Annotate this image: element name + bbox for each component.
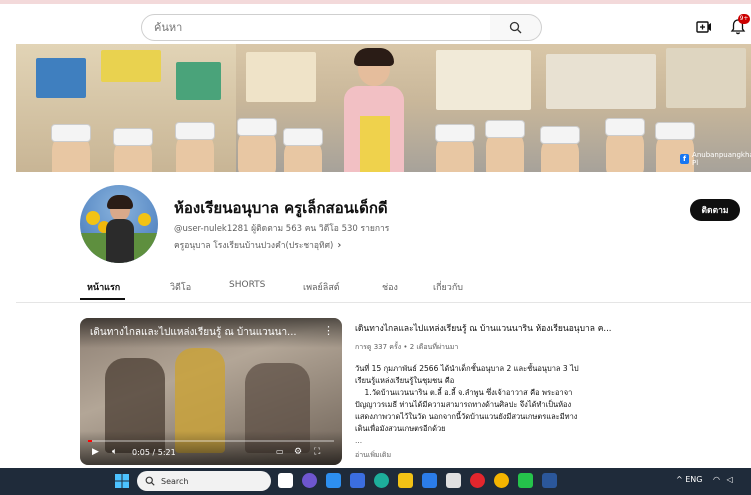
file-explorer-icon[interactable]	[398, 473, 413, 488]
description-line: วันที่ 15 กุมภาพันธ์ 2566 ได้นำเด็กชั้นอ…	[355, 364, 579, 373]
search-button[interactable]	[490, 14, 542, 41]
search-box[interactable]	[141, 14, 491, 41]
banner-child-hat	[113, 128, 153, 146]
speaker-icon[interactable]: ◁	[727, 475, 733, 484]
video-bottom-shade	[80, 431, 342, 465]
channel-avatar[interactable]	[80, 185, 158, 263]
banner-poster	[666, 48, 746, 108]
top-accent-line	[0, 0, 751, 4]
tab-community[interactable]: ช่อง	[382, 280, 398, 294]
tabs-divider	[16, 302, 751, 303]
create-video-icon[interactable]	[696, 20, 712, 34]
opera-icon[interactable]	[470, 473, 485, 488]
store-icon[interactable]	[422, 473, 437, 488]
fullscreen-icon[interactable]: ⛶	[314, 447, 320, 457]
taskbar-search-label: Search	[161, 476, 189, 486]
banner-child-hat	[51, 124, 91, 142]
featured-video-player[interactable]: เดินทางไกลและไปแหล่งเรียนรู้ ณ บ้านแวนนา…	[80, 318, 342, 465]
banner-poster	[436, 50, 531, 110]
active-tab-indicator	[80, 298, 125, 300]
search-icon	[509, 21, 522, 34]
word-icon[interactable]	[542, 473, 557, 488]
notification-badge: 9+	[738, 14, 750, 24]
banner-teacher	[334, 46, 414, 172]
video-progress-bar[interactable]	[88, 440, 334, 442]
edge-browser-icon[interactable]	[374, 473, 389, 488]
search-icon	[145, 476, 155, 486]
banner-poster	[246, 52, 316, 102]
channel-description-text: ครูอนุบาล โรงเรียนบ้านปวงคำ(ประชาอุทิศ)	[174, 241, 334, 251]
tab-playlists[interactable]: เพลย์ลิสต์	[303, 280, 340, 294]
channel-name: ห้องเรียนอนุบาล ครูเล็กสอนเด็กดี	[174, 199, 388, 217]
task-view-icon[interactable]	[278, 473, 293, 488]
banner-child-hat	[283, 128, 323, 146]
banner-child-hat	[605, 118, 645, 136]
featured-video-title[interactable]: เดินทางไกลและไปแหล่งเรียนรู้ ณ บ้านแวนนา…	[355, 321, 745, 335]
banner-child-hat	[175, 122, 215, 140]
settings-gear-icon[interactable]: ⚙︎	[294, 447, 302, 457]
system-tray[interactable]: ^ ENG ◠ ◁	[676, 475, 733, 484]
tab-videos[interactable]: วิดีโอ	[170, 280, 191, 294]
featured-video-meta: การดู 337 ครั้ง • 2 เดือนที่ผ่านมา	[355, 343, 459, 351]
banner-facebook-credit: f Anubanpuangkham Pl	[680, 151, 751, 167]
banner-child-hat	[485, 120, 525, 138]
youtube-channel-page: 9+	[0, 0, 751, 495]
video-time: 0:05 / 5:21	[132, 448, 176, 457]
search-input[interactable]	[142, 15, 490, 40]
tab-about[interactable]: เกี่ยวกับ	[433, 280, 463, 294]
tab-home[interactable]: หน้าแรก	[87, 280, 120, 294]
description-line: เดินเพื่อมังสวนเกษตรอีกด้วย	[355, 424, 446, 433]
video-progress-fill	[88, 440, 92, 442]
banner-poster	[101, 50, 161, 82]
banner-child-hat	[655, 122, 695, 140]
banner-poster	[36, 58, 86, 98]
facebook-icon: f	[680, 154, 690, 164]
taskbar-search[interactable]: Search	[137, 471, 271, 491]
channel-description-link[interactable]: ครูอนุบาล โรงเรียนบ้านปวงคำ(ประชาอุทิศ) ›	[174, 238, 341, 252]
tray-language: ^ ENG	[676, 475, 703, 484]
description-ellipsis: ...	[355, 436, 363, 445]
more-vert-icon[interactable]: ⋮	[323, 324, 334, 337]
banner-child-hat	[237, 118, 277, 136]
chevron-right-icon: ›	[337, 240, 342, 251]
featured-video-description: วันที่ 15 กุมภาพันธ์ 2566 ได้นำเด็กชั้นอ…	[355, 363, 615, 435]
mail-icon[interactable]	[326, 473, 341, 488]
play-icon[interactable]: ▶	[92, 447, 99, 457]
windows-start-icon[interactable]	[115, 474, 129, 488]
description-line: 1.วัดบ้านแวนนาริน ต.ลี้ อ.ลี้ จ.ลำพูน ซึ…	[355, 388, 573, 397]
chat-icon[interactable]	[302, 473, 317, 488]
channel-banner: f Anubanpuangkham Pl	[16, 44, 751, 172]
video-overlay-title[interactable]: เดินทางไกลและไปแหล่งเรียนรู้ ณ บ้านแวนนา…	[90, 325, 315, 340]
banner-child-hat	[540, 126, 580, 144]
banner-poster	[176, 62, 221, 100]
line-app-icon[interactable]	[518, 473, 533, 488]
description-line: เรียนรู้แหล่งเรียนรู้ในชุมชน คือ	[355, 376, 455, 385]
subscribe-button[interactable]: ติดตาม	[690, 199, 740, 221]
channel-handle-stats: @user-nulek1281 ผู้ติดตาม 563 คน วิดีโอ …	[174, 224, 390, 234]
subtitles-icon[interactable]: ▭	[276, 447, 284, 456]
read-more-link[interactable]: อ่านเพิ่มเติม	[355, 450, 391, 461]
tab-shorts[interactable]: SHORTS	[229, 280, 265, 290]
banner-poster	[546, 54, 656, 109]
banner-facebook-handle: Anubanpuangkham Pl	[692, 151, 751, 167]
app-icon[interactable]	[350, 473, 365, 488]
volume-icon[interactable]: 🔈︎	[112, 447, 117, 457]
wifi-icon[interactable]: ◠	[713, 475, 720, 484]
chrome-icon[interactable]	[494, 473, 509, 488]
banner-child-hat	[435, 124, 475, 142]
description-line: แสดงภาพวาดไว้ในวัด นอกจากนี้วัดบ้านแวนยั…	[355, 412, 578, 421]
app-icon[interactable]	[446, 473, 461, 488]
description-line: ปัญญาวรเมธี ท่านได้มีความสามารถทางด้านศิ…	[355, 400, 572, 409]
